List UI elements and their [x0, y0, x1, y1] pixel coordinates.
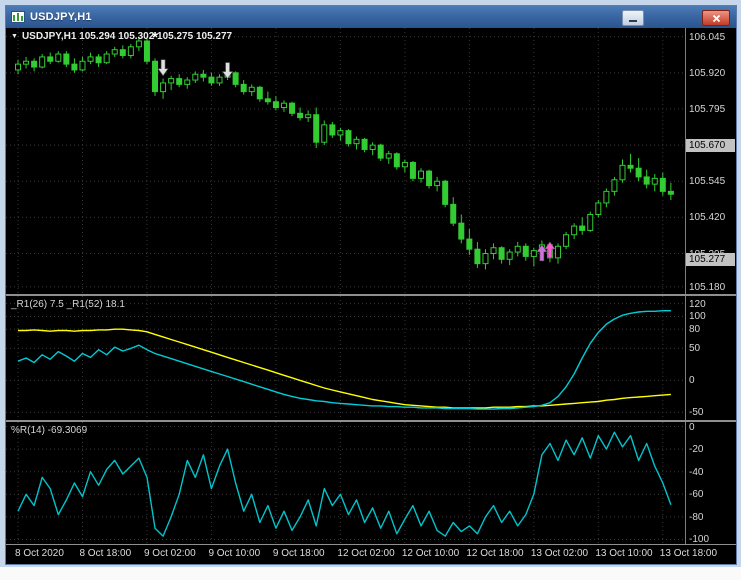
ohlc-readout: USDJPY,H1 105.294 105.302 105.275 105.27… [21, 31, 233, 42]
chart-window-icon [11, 11, 25, 23]
axis-tick-label: 106.045 [689, 31, 726, 43]
price-axis[interactable]: 106.045 105.920 105.795 105.670 105.545 105.4… [685, 28, 736, 294]
current-price-badge: 105.277 [686, 252, 735, 266]
indicator2-label: %R(14) -69.3069 [11, 425, 88, 436]
time-axis-label: 9 Oct 18:00 [272, 548, 325, 559]
indicator2-axis[interactable]: 0 -20 -40 -60 -80 -100 [685, 421, 736, 545]
time-axis-label: 13 Oct 02:00 [530, 548, 589, 559]
indicator1-label: _R1(26) 7.5 _R1(52) 18.1 [11, 299, 125, 310]
indicator-line-%R(14) [17, 431, 672, 537]
indicator2-canvas[interactable] [6, 422, 683, 544]
indicator1-pane[interactable]: 120 100 80 50 0 -50 _R1(26) 7.5 _R1(52) 18.1 [6, 296, 736, 420]
level-badge: 105.670 [686, 139, 735, 153]
axis-tick-label: 105.545 [689, 176, 726, 188]
main-price-pane[interactable]: * 106.045 105.920 105.795 105.670 105.545 105… [6, 28, 736, 294]
axis-tick-label: 105.920 [689, 67, 726, 79]
taskbar-strip [0, 567, 741, 580]
indicator1-axis[interactable]: 120 100 80 50 0 -50 [685, 296, 736, 420]
time-axis-label: 9 Oct 02:00 [143, 548, 196, 559]
indicator-line-_R1(26) [18, 328, 671, 409]
axis-tick-label: -80 [689, 511, 704, 523]
grid [6, 28, 683, 294]
indicator2-pane[interactable]: 0 -20 -40 -60 -80 -100 %R(14) -69.3069 [6, 421, 736, 545]
minimize-button[interactable] [622, 10, 644, 26]
minimize-icon [629, 20, 637, 22]
time-axis-label: 13 Oct 18:00 [659, 548, 718, 559]
axis-tick-label: -20 [689, 444, 704, 456]
time-axis-label: 9 Oct 10:00 [208, 548, 261, 559]
time-axis-label: 12 Oct 10:00 [401, 548, 460, 559]
close-button[interactable] [702, 10, 730, 26]
axis-tick-label: 0 [689, 421, 695, 433]
axis-tick-label: 120 [689, 298, 706, 310]
axis-tick-label: 50 [689, 343, 701, 355]
axis-tick-label: 105.180 [689, 281, 726, 293]
indicator1-canvas[interactable] [6, 296, 683, 420]
axis-tick-label: 105.420 [689, 212, 726, 224]
time-axis-label: 8 Oct 18:00 [79, 548, 132, 559]
chart-window: USDJPY,H1 * 106.045 105.920 105.795 105.670… [5, 5, 737, 565]
main-chart-canvas[interactable]: * [6, 28, 683, 294]
axis-tick-label: 80 [689, 324, 701, 336]
arrow-up-marker-icon [536, 244, 548, 262]
axis-tick-label: 100 [689, 311, 706, 323]
indicator-line-_R1(52) [17, 309, 671, 410]
axis-tick-label: -60 [689, 489, 704, 501]
window-titlebar[interactable]: USDJPY,H1 [6, 6, 736, 28]
axis-tick-label: -50 [689, 407, 704, 419]
chart-info-label: ▼ USDJPY,H1 105.294 105.302 105.275 105.… [11, 31, 232, 42]
time-axis-label: 8 Oct 2020 [15, 548, 64, 559]
time-axis[interactable]: 8 Oct 2020 8 Oct 18:00 9 Oct 02:00 9 Oct 10… [6, 544, 736, 562]
axis-tick-label: -40 [689, 466, 704, 478]
window-title: USDJPY,H1 [30, 11, 92, 23]
arrow-up-marker-icon [544, 241, 556, 259]
chart-body: * 106.045 105.920 105.795 105.670 105.545 105… [6, 28, 736, 564]
time-axis-label: 12 Oct 02:00 [337, 548, 395, 559]
time-axis-label: 13 Oct 10:00 [595, 548, 653, 559]
arrow-down-marker-icon [221, 62, 234, 80]
time-axis-label: 12 Oct 18:00 [466, 548, 524, 559]
symbol-dropdown-icon[interactable]: ▼ [11, 32, 18, 42]
axis-tick-label: 0 [689, 375, 695, 387]
candles-layer [15, 36, 674, 270]
close-icon [712, 14, 720, 22]
axis-tick-label: 105.795 [689, 103, 726, 115]
